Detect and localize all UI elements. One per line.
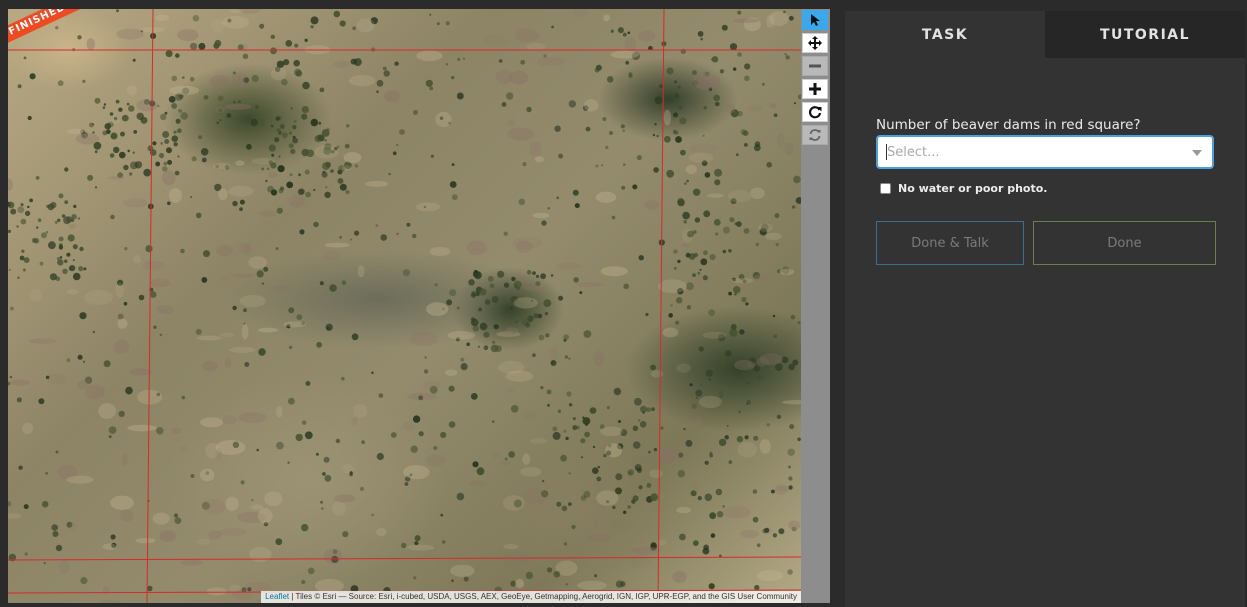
pan-tool-button[interactable]: [802, 33, 828, 53]
map-panel: FINISHED! Leaflet | Tiles © Esri — Sourc…: [8, 9, 830, 603]
tab-tutorial[interactable]: TUTORIAL: [1045, 11, 1245, 58]
grid-line-right: [657, 9, 665, 603]
task-panel: TASK TUTORIAL Number of beaver dams in r…: [845, 11, 1245, 607]
tab-task[interactable]: TASK: [845, 11, 1045, 58]
map-toolbar: [802, 10, 828, 148]
reset-view-button[interactable]: [802, 125, 828, 145]
attribution-text: | Tiles © Esri — Source: Esri, i-cubed, …: [289, 592, 797, 601]
zoom-out-icon: [809, 64, 821, 68]
leaflet-link[interactable]: Leaflet: [265, 592, 289, 601]
rotate-button[interactable]: [802, 102, 828, 122]
no-water-checkbox[interactable]: [880, 183, 891, 194]
chevron-down-icon[interactable]: [1192, 150, 1202, 156]
done-and-talk-button[interactable]: Done & Talk: [876, 221, 1024, 265]
beaver-dam-count-select[interactable]: Select...: [876, 135, 1214, 169]
aerial-map[interactable]: FINISHED! Leaflet | Tiles © Esri — Sourc…: [8, 9, 801, 603]
select-tool-button[interactable]: [802, 10, 828, 30]
no-water-checkbox-label[interactable]: No water or poor photo.: [898, 182, 1047, 195]
done-button[interactable]: Done: [1033, 221, 1216, 265]
question-label: Number of beaver dams in red square?: [876, 117, 1141, 133]
zoom-out-button[interactable]: [802, 56, 828, 76]
zoom-in-icon: [809, 83, 821, 95]
tab-bar: TASK TUTORIAL: [845, 11, 1245, 58]
zoom-in-button[interactable]: [802, 79, 828, 99]
rotate-icon: [809, 106, 822, 119]
grid-line-left: [146, 9, 154, 603]
select-placeholder: Select...: [887, 145, 940, 160]
map-attribution: Leaflet | Tiles © Esri — Source: Esri, i…: [261, 591, 801, 603]
reset-icon: [809, 129, 821, 141]
no-water-option[interactable]: No water or poor photo.: [880, 182, 1047, 195]
tile-grid-lines: [8, 9, 801, 603]
cursor-icon: [811, 14, 820, 26]
grid-line-bottom: [8, 556, 801, 561]
move-icon: [808, 36, 822, 50]
